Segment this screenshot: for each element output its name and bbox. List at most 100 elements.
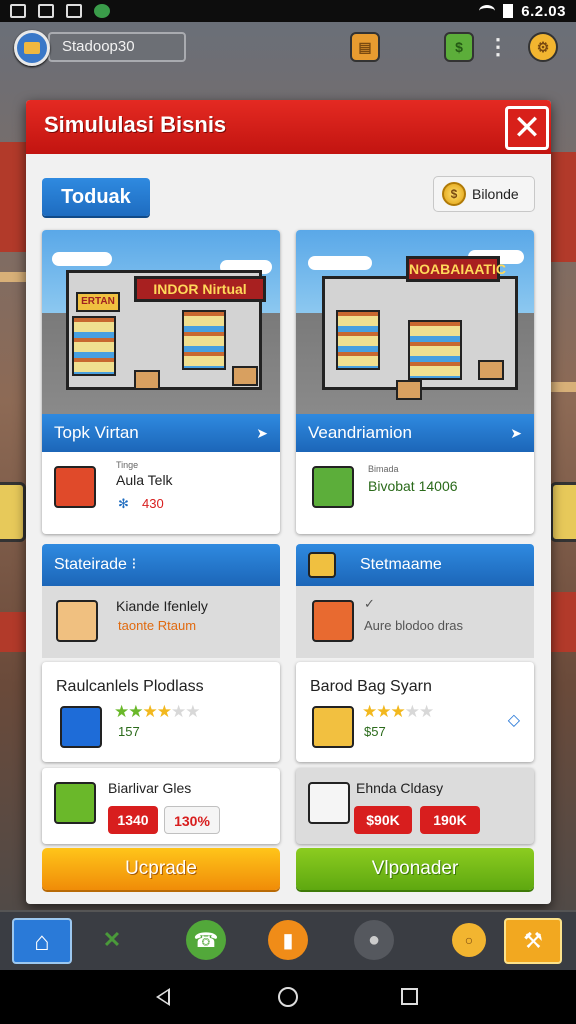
tools-icon[interactable]: ✕ <box>92 920 132 960</box>
blue-box-icon <box>60 706 102 748</box>
shelf-shape <box>408 320 462 380</box>
chevron-right-icon: ➤ <box>256 425 268 441</box>
register-icon <box>308 782 350 824</box>
store-label-text: Veandriamion <box>308 423 412 442</box>
product-value: 157 <box>118 724 140 739</box>
row-subtitle: taonte Rtaum <box>118 618 197 633</box>
box-shape <box>232 366 258 386</box>
app-icon <box>94 4 110 18</box>
shop-icon[interactable]: ▤ <box>350 32 380 62</box>
section-title: Stetmaame <box>360 556 442 573</box>
store-card-left[interactable]: INDOR Nirtual ERTAN Topk Virtan ➤ Tinge … <box>42 230 280 534</box>
more-options-icon[interactable]: ⋮ <box>487 32 509 62</box>
basket-icon <box>312 600 354 642</box>
business-simulation-dialog: Simululasi Bisnis ✕ Toduak $ Bilonde IND… <box>26 100 551 904</box>
box-shape <box>478 360 504 380</box>
phone-icon[interactable]: ☎ <box>186 920 226 960</box>
star-rating: ★★★★★ <box>362 702 434 721</box>
store-item-row: Tinge Aula Telk ✻ 430 <box>42 452 280 534</box>
shelf-shape <box>336 310 380 370</box>
recent-apps-icon[interactable] <box>401 988 418 1005</box>
row-title: Kiande Ifenlely <box>116 598 208 614</box>
section-header-right: Stetmaame <box>296 544 534 586</box>
coin-button-label: Bilonde <box>472 186 519 202</box>
game-bottom-nav: ⌂ ✕ ☎ ▮ ● ○ ⚒ <box>0 910 576 970</box>
status-bar: 6.2.03 <box>0 0 576 22</box>
gallery-icon <box>10 4 26 18</box>
blue-gear-icon: ✻ <box>118 496 129 511</box>
product-title: Barod Bag Syarn <box>310 678 432 695</box>
green-crate-icon <box>312 466 354 508</box>
star-rating: ★★★★★★ <box>114 702 201 721</box>
user-icon[interactable]: ● <box>354 920 394 960</box>
check-icon: ✓ <box>364 596 375 611</box>
upgrade-title: Ehnda Cldasy <box>356 780 444 796</box>
close-icon[interactable]: ✕ <box>505 106 549 150</box>
box-shape <box>396 380 422 400</box>
price-tag: $90K <box>354 806 412 834</box>
product-value: $57 <box>364 724 386 739</box>
shelf-sign: ERTAN <box>76 292 120 312</box>
store-illustration: INDOR Nirtual ERTAN <box>42 230 280 414</box>
player-name[interactable]: Stadoop30 <box>48 32 186 62</box>
gear-icon[interactable]: ⚙ <box>528 32 558 62</box>
price-tag: 1340 <box>108 806 158 834</box>
home-icon[interactable]: ⌂ <box>12 918 72 964</box>
item-title: Bivobat 14006 <box>368 478 458 494</box>
crate-icon <box>54 782 96 824</box>
cloud-shape <box>308 256 372 270</box>
crate-icon <box>54 466 96 508</box>
section-title: Stateirade <box>54 556 127 573</box>
store-label-text: Topk Virtan <box>54 423 139 442</box>
item-value: 430 <box>142 496 164 511</box>
item-tag: Bimada <box>368 464 399 474</box>
section-row-left[interactable]: Kiande Ifenlely taonte Rtaum <box>42 586 280 658</box>
upgrade-card-right[interactable]: Ehnda Cldasy $90K 190K <box>296 768 534 844</box>
section-row-right[interactable]: ✓ Aure blodoo dras <box>296 586 534 658</box>
basket-icon <box>312 706 354 748</box>
bag-icon[interactable]: ▮ <box>268 920 308 960</box>
wifi-icon <box>479 5 496 17</box>
cloud-shape <box>52 252 112 266</box>
shelf-shape <box>72 316 116 376</box>
flag-icon <box>66 4 82 18</box>
chevron-right-icon: ➤ <box>510 425 522 441</box>
store-sign: INDOR Nirtual <box>134 276 266 302</box>
product-card-left[interactable]: Raulcanlels Plodlass ★★★★★★ 157 <box>42 662 280 762</box>
section-header-left: Stateirade ⁝ <box>42 544 280 586</box>
diamond-icon[interactable]: ◇ <box>508 710 520 730</box>
coin-icon[interactable]: ○ <box>452 923 486 957</box>
cash-icon[interactable]: $ <box>444 32 474 62</box>
tab-button[interactable]: Toduak <box>42 178 150 216</box>
price-tag: 130% <box>164 806 220 834</box>
item-tag: Tinge <box>116 460 139 470</box>
coin-icon: $ <box>442 182 466 206</box>
back-icon[interactable] <box>156 988 170 1006</box>
home-circle-icon[interactable] <box>278 987 298 1007</box>
battery-icon <box>503 4 514 18</box>
hammer-icon[interactable]: ⚒ <box>504 918 562 964</box>
android-nav-bar <box>0 970 576 1024</box>
store-card-right[interactable]: NOABAIAATIC Veandriamion ➤ Bimada Bivoba… <box>296 230 534 534</box>
box-icon <box>56 600 98 642</box>
row-subtitle: Aure blodoo dras <box>364 618 464 633</box>
item-title: Aula Telk <box>116 472 173 488</box>
product-card-right[interactable]: Barod Bag Syarn ★★★★★ $57 ◇ <box>296 662 534 762</box>
dialog-title: Simululasi Bisnis <box>44 112 227 137</box>
store-label: Topk Virtan ➤ <box>42 414 280 452</box>
product-title: Raulcanlels Plodlass <box>56 678 204 695</box>
upgrade-title: Biarlivar Gles <box>108 780 192 796</box>
upgrade-button[interactable]: Ucprade <box>42 848 280 890</box>
coin-button[interactable]: $ Bilonde <box>433 176 535 212</box>
image-icon <box>38 4 54 18</box>
upgrade-card-left[interactable]: Biarlivar Gles 1340 130% <box>42 768 280 844</box>
upgrade-green-button[interactable]: Vlponader <box>296 848 534 890</box>
player-avatar[interactable] <box>14 30 50 66</box>
store-label: Veandriamion ➤ <box>296 414 534 452</box>
background-van <box>0 482 26 542</box>
box-shape <box>134 370 160 390</box>
price-tag: 190K <box>420 806 480 834</box>
info-icon: ⁝ <box>131 556 137 573</box>
store-item-row: Bimada Bivobat 14006 <box>296 452 534 534</box>
clock: 6.2.03 <box>521 2 566 20</box>
